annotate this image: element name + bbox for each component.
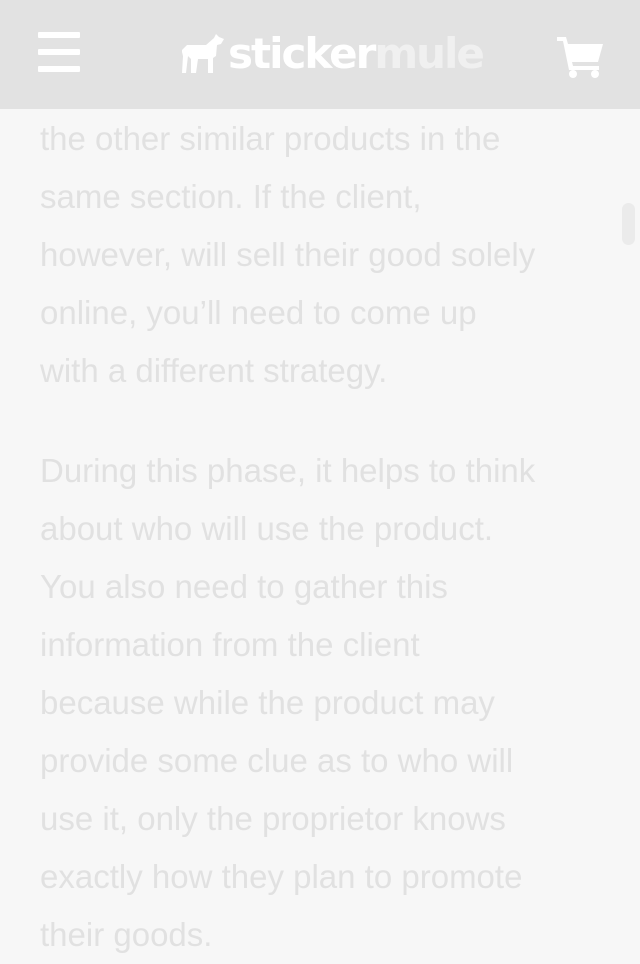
hamburger-menu-icon[interactable] <box>38 32 80 72</box>
logo-word-sticker: sticker <box>228 29 376 78</box>
stickermule-logo[interactable]: stickermule <box>180 26 485 82</box>
article-paragraph: the other similar products in the same s… <box>40 120 536 389</box>
logo-word-mule: mule <box>374 29 485 78</box>
logo-wordmark: stickermule <box>228 26 485 82</box>
menu-bar-line <box>38 49 80 55</box>
menu-bar-line <box>38 66 80 72</box>
top-navigation-bar: stickermule <box>0 0 640 109</box>
shopping-cart-icon[interactable] <box>556 34 604 78</box>
scrollbar-thumb[interactable] <box>622 203 635 245</box>
mule-icon <box>182 34 224 73</box>
menu-bar-line <box>38 32 80 38</box>
article-paragraph: During this phase, it helps to think abo… <box>40 452 536 953</box>
article-body: the other similar products in the same s… <box>40 110 610 964</box>
